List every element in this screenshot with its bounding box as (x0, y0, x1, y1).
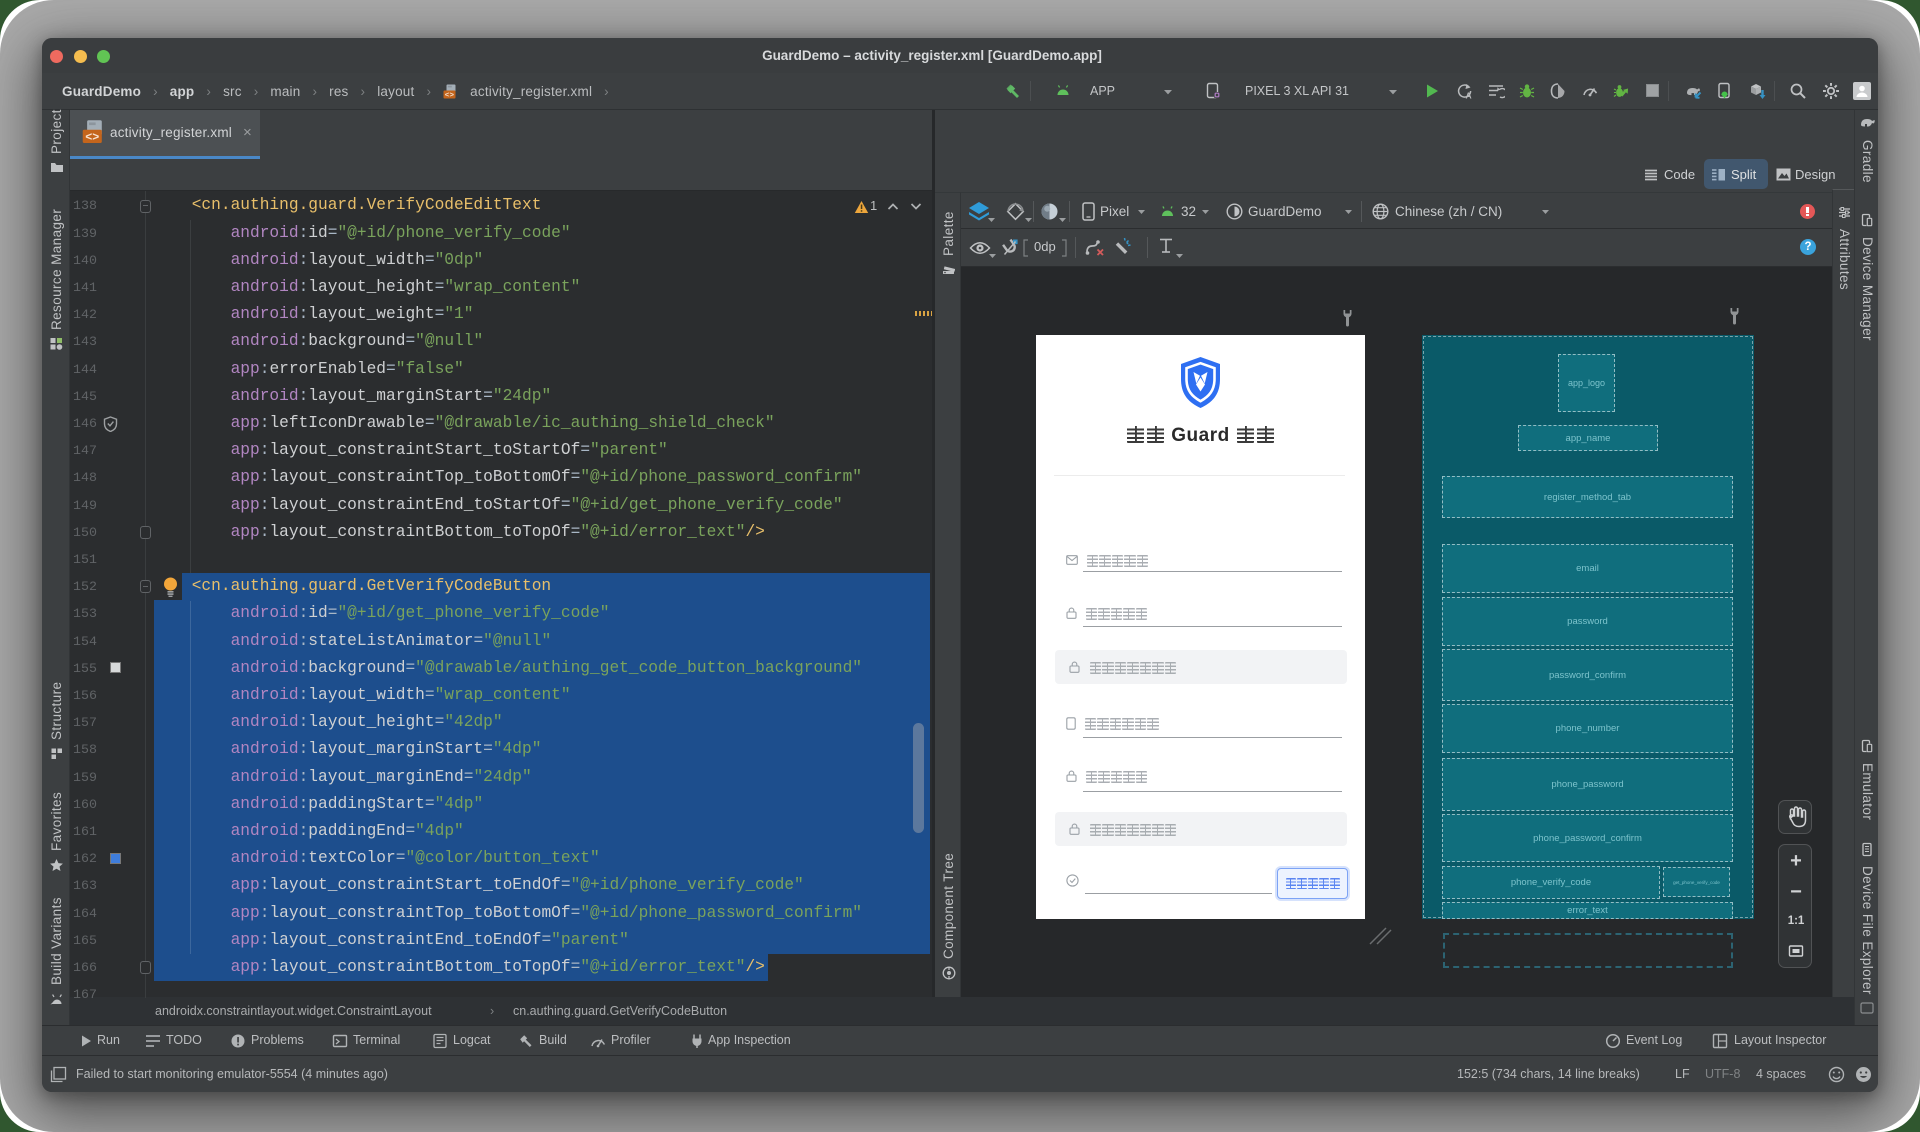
svg-text:<>: <> (445, 91, 455, 98)
svg-text:A: A (1466, 91, 1472, 100)
svg-text:<>: <> (85, 130, 99, 144)
